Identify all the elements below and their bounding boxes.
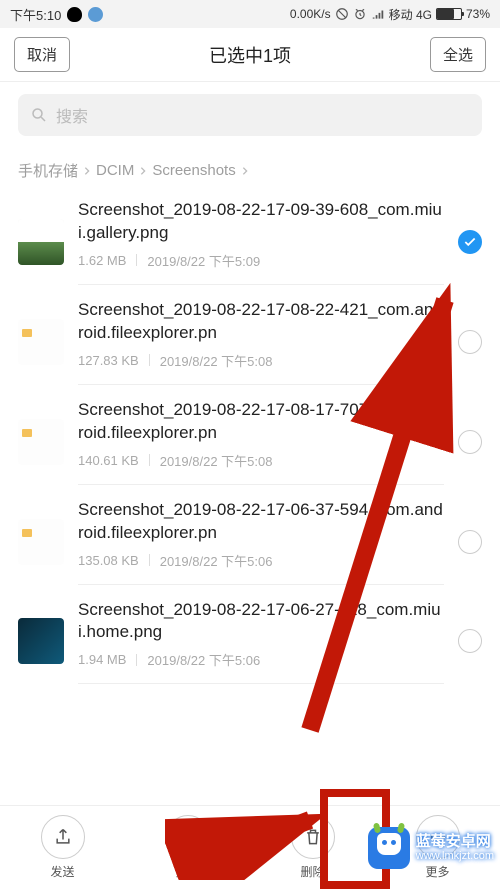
send-label: 发送 [50, 863, 74, 880]
crumb-phone-storage[interactable]: 手机存储 [18, 160, 78, 181]
cut-button[interactable]: 剪切 [166, 815, 210, 880]
status-time: 下午5:10 [10, 5, 61, 24]
file-name: Screenshot_2019-08-22-17-06-37-594_com.a… [78, 499, 444, 545]
select-all-button[interactable]: 全选 [430, 37, 486, 72]
file-date: 2019/8/22 下午5:06 [147, 650, 260, 669]
file-name: Screenshot_2019-08-22-17-08-22-421_com.a… [78, 299, 444, 345]
file-thumbnail [18, 419, 64, 465]
net-speed: 0.00K/s [290, 7, 331, 21]
alarm-icon [353, 7, 367, 21]
file-size: 135.08 KB [78, 553, 139, 568]
search-icon [30, 106, 48, 124]
cancel-button[interactable]: 取消 [14, 37, 70, 72]
chevron-right-icon [82, 166, 92, 176]
selection-header: 取消 已选中1项 全选 [0, 28, 500, 82]
file-name: Screenshot_2019-08-22-17-09-39-608_com.m… [78, 199, 444, 245]
weibo-icon [88, 7, 103, 22]
file-thumbnail [18, 519, 64, 565]
file-thumbnail [18, 219, 64, 265]
chevron-right-icon [240, 166, 250, 176]
crumb-dcim[interactable]: DCIM [96, 162, 134, 179]
status-bar: 下午5:10 0.00K/s 移动 4G 73% [0, 0, 500, 28]
file-date: 2019/8/22 下午5:06 [160, 551, 273, 570]
search-input[interactable]: 搜索 [18, 94, 482, 136]
file-size: 140.61 KB [78, 453, 139, 468]
file-name: Screenshot_2019-08-22-17-08-17-707_com.a… [78, 399, 444, 445]
file-date: 2019/8/22 下午5:08 [160, 351, 273, 370]
scissors-icon [178, 827, 198, 847]
carrier-label: 移动 4G [389, 6, 432, 23]
selection-checkbox[interactable] [458, 530, 482, 554]
more-label: 更多 [425, 863, 449, 880]
file-row[interactable]: Screenshot_2019-08-22-17-06-37-594_com.a… [0, 485, 500, 585]
file-list: Screenshot_2019-08-22-17-09-39-608_com.m… [0, 185, 500, 684]
search-placeholder: 搜索 [56, 103, 88, 127]
breadcrumb[interactable]: 手机存储 DCIM Screenshots [0, 148, 500, 185]
trash-icon [303, 827, 323, 847]
selection-checkbox[interactable] [458, 629, 482, 653]
crumb-screenshots[interactable]: Screenshots [152, 162, 235, 179]
send-button[interactable]: 发送 [41, 815, 85, 880]
delete-button[interactable]: 删除 [291, 815, 335, 880]
file-thumbnail [18, 618, 64, 664]
selection-checkbox[interactable] [458, 230, 482, 254]
delete-label: 删除 [300, 863, 324, 880]
battery-pct: 73% [466, 7, 490, 21]
share-icon [53, 827, 73, 847]
chevron-right-icon [138, 166, 148, 176]
file-size: 127.83 KB [78, 353, 139, 368]
page-title: 已选中1项 [209, 42, 291, 68]
file-name: Screenshot_2019-08-22-17-06-27-118_com.m… [78, 599, 444, 645]
file-row[interactable]: Screenshot_2019-08-22-17-08-17-707_com.a… [0, 385, 500, 485]
file-row[interactable]: Screenshot_2019-08-22-17-09-39-608_com.m… [0, 185, 500, 285]
file-size: 1.62 MB [78, 253, 126, 268]
qq-icon [67, 7, 82, 22]
selection-checkbox[interactable] [458, 330, 482, 354]
file-date: 2019/8/22 下午5:09 [147, 251, 260, 270]
file-date: 2019/8/22 下午5:08 [160, 451, 273, 470]
signal-icon [371, 7, 385, 21]
file-row[interactable]: Screenshot_2019-08-22-17-06-27-118_com.m… [0, 585, 500, 685]
file-size: 1.94 MB [78, 652, 126, 667]
check-icon [463, 235, 477, 249]
battery-icon [436, 8, 462, 20]
file-row[interactable]: Screenshot_2019-08-22-17-08-22-421_com.a… [0, 285, 500, 385]
selection-checkbox[interactable] [458, 430, 482, 454]
do-not-disturb-icon [335, 7, 349, 21]
cut-label: 剪切 [175, 863, 199, 880]
action-toolbar: 发送 剪切 删除 更多 [0, 805, 500, 889]
file-thumbnail [18, 319, 64, 365]
more-button[interactable]: 更多 [416, 815, 460, 880]
more-icon [428, 827, 448, 847]
